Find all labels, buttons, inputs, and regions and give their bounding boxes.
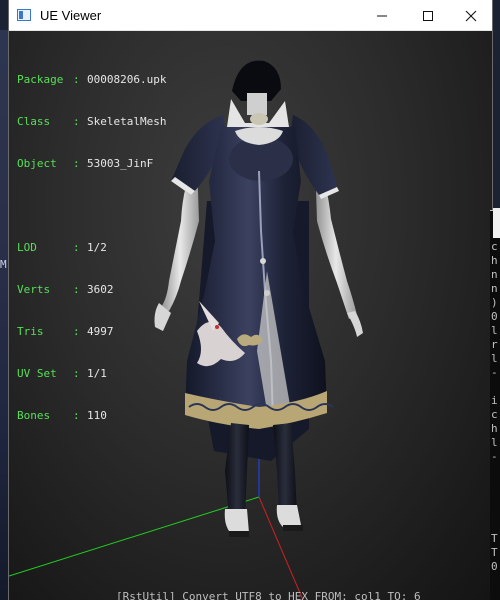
maximize-button[interactable]	[405, 0, 451, 31]
info-bones: Bones:110	[17, 409, 107, 422]
brooch	[250, 113, 268, 125]
console-line: )	[491, 296, 498, 309]
console-line: 0	[491, 310, 498, 323]
console-line: 0	[491, 560, 498, 573]
console-line: -	[491, 366, 498, 379]
status-line: [RstUtil] Convert UTF8 to HEX FROM: col1…	[116, 590, 421, 600]
console-line: n	[491, 282, 498, 295]
console-line: T	[491, 532, 498, 545]
console-line: i	[491, 394, 498, 407]
close-button[interactable]	[448, 0, 494, 31]
info-package: Package:00008206.upk	[17, 73, 167, 86]
info-object: Object:53003_JinF	[17, 157, 154, 170]
axis-y	[9, 496, 260, 577]
button-1	[260, 258, 266, 264]
close-icon	[465, 10, 477, 21]
crane-crest	[215, 325, 219, 329]
ue-viewer-window[interactable]: UE Viewer Package: 00008206.upk Class:…	[8, 0, 493, 600]
console-line: T	[491, 546, 498, 559]
console-line: c	[491, 408, 498, 421]
right-hand	[347, 311, 363, 337]
info-tris: Tris:4997	[17, 325, 114, 338]
right-sole	[283, 525, 303, 531]
info-verts: Verts:3602	[17, 283, 114, 296]
maximize-icon	[423, 10, 433, 21]
console-line: l	[491, 324, 498, 337]
console-line: h	[491, 422, 498, 435]
info-uvset: UV Set:1/1	[17, 367, 107, 380]
neck	[247, 93, 267, 115]
minimize-icon	[377, 15, 387, 16]
console-line: h	[491, 254, 498, 267]
title-bar[interactable]: UE Viewer	[9, 0, 492, 31]
console-line: n	[491, 268, 498, 281]
screen: M UE Viewer Package: 00008206.upk Class…	[0, 0, 500, 600]
mesh-info-overlay: Package:00008206.upk Class: SkeletalMesh …	[17, 45, 166, 451]
console-line: r	[491, 338, 498, 351]
console-scrollbar[interactable]	[493, 208, 500, 238]
info-class: Class: SkeletalMesh	[17, 115, 167, 128]
console-line: l	[491, 352, 498, 365]
3d-viewport[interactable]: Package:00008206.upk Class: SkeletalMesh …	[9, 31, 492, 600]
info-lod: LOD:1/2	[17, 241, 107, 254]
app-icon	[17, 9, 31, 21]
minimize-button[interactable]	[359, 0, 405, 31]
window-title: UE Viewer	[40, 8, 102, 23]
left-sole	[229, 531, 249, 537]
desktop-text: M	[0, 258, 7, 271]
console-line: -	[491, 450, 498, 463]
console-line: l	[491, 436, 498, 449]
console-line: c	[491, 240, 498, 253]
